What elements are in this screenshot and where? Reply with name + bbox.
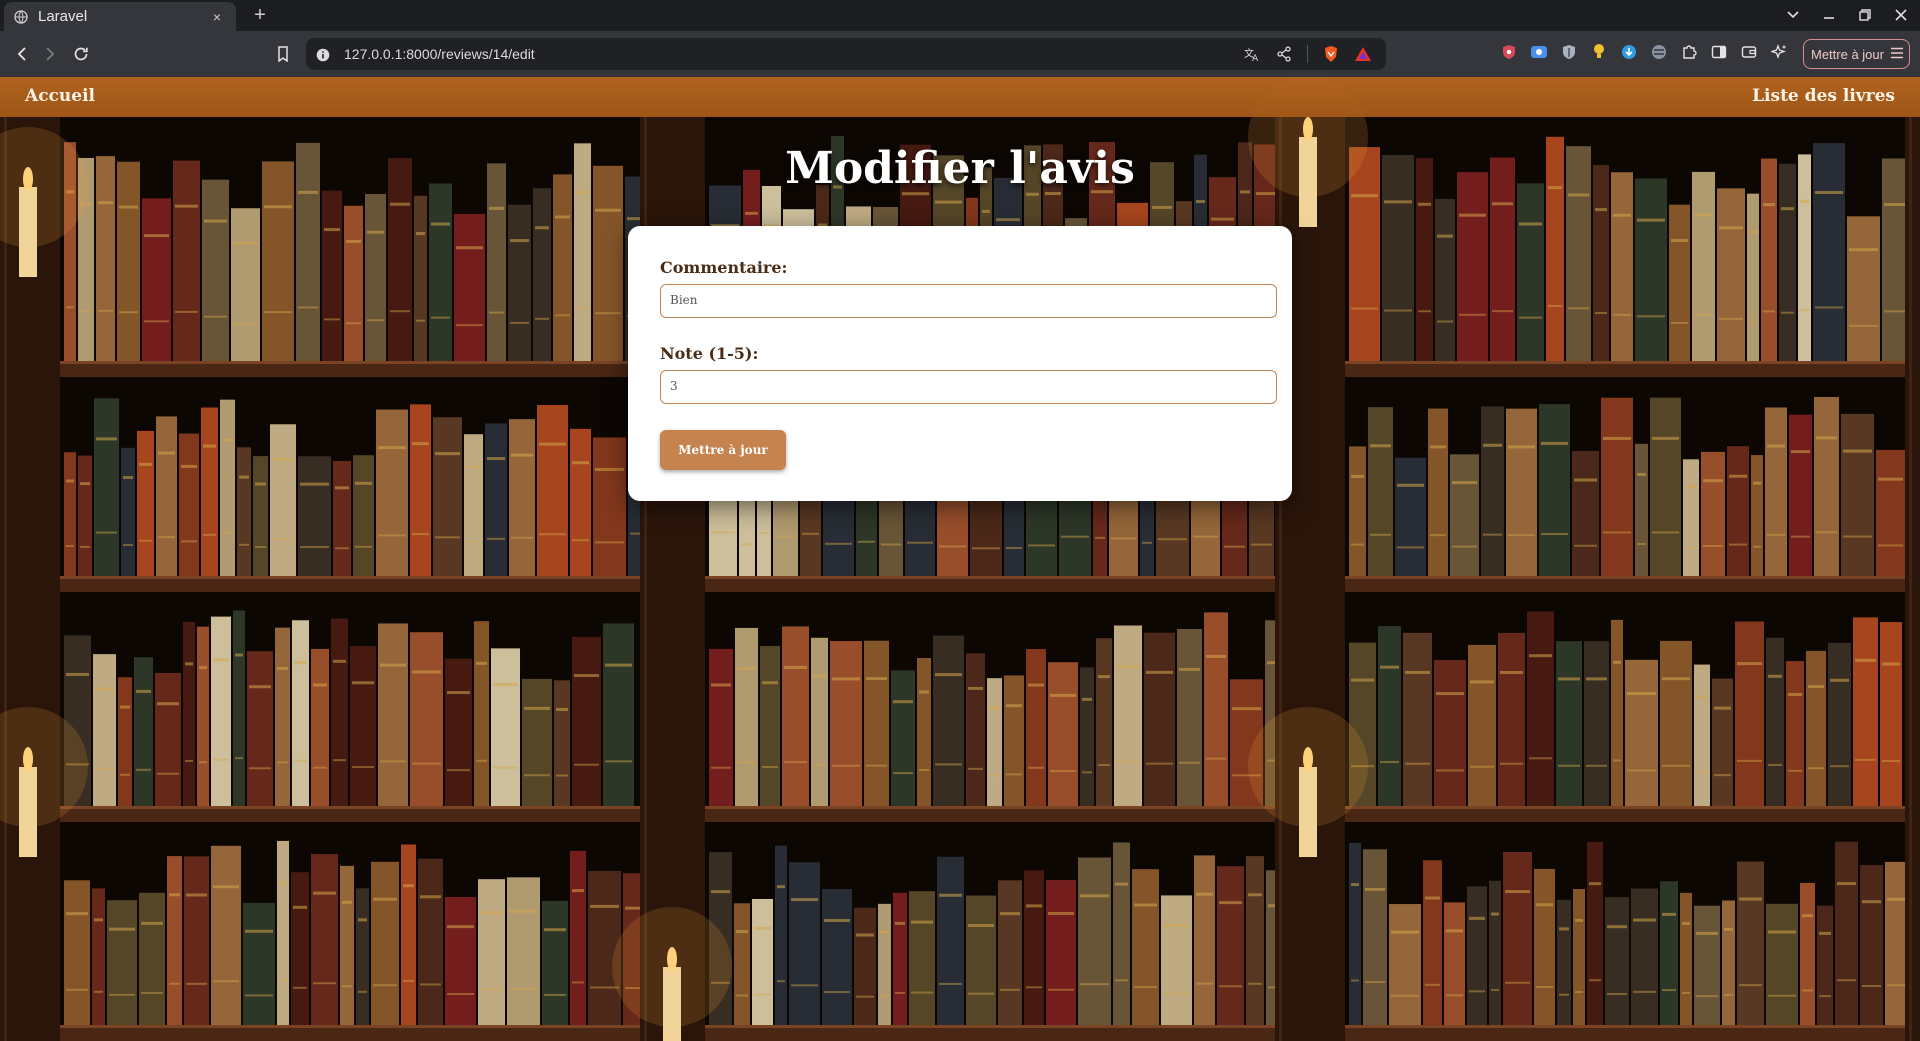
wallet-icon[interactable] (1740, 43, 1758, 61)
browser-update-button[interactable]: Mettre à jour (1803, 39, 1910, 69)
url-text: 127.0.0.1:8000/reviews/14/edit (344, 46, 535, 62)
address-bar[interactable]: 127.0.0.1:8000/reviews/14/edit 文A (306, 38, 1386, 70)
bookshelf-background-image (0, 77, 1920, 1041)
page-viewport: Accueil Liste des livres Modifier l'avis… (0, 77, 1920, 1041)
sidebar-icon[interactable] (1710, 43, 1728, 61)
lightbulb-extension-icon[interactable] (1590, 43, 1608, 61)
svg-text:A: A (1252, 54, 1259, 62)
rating-input[interactable]: 3 (660, 370, 1277, 404)
share-icon[interactable] (1275, 45, 1293, 63)
leo-ai-icon[interactable] (1770, 43, 1788, 61)
back-icon[interactable] (12, 44, 32, 64)
translate-icon[interactable]: 文A (1243, 45, 1261, 63)
close-window-icon[interactable] (1892, 6, 1910, 24)
browser-tab[interactable]: Laravel × (4, 2, 236, 31)
comment-input[interactable]: Bien (660, 284, 1277, 318)
brave-shield-icon[interactable] (1322, 45, 1340, 63)
page-title: Modifier l'avis (785, 143, 1135, 194)
site-info-icon[interactable] (316, 47, 330, 62)
globe-icon (14, 9, 28, 24)
vpn-extension-icon[interactable] (1650, 43, 1668, 61)
bookmark-icon[interactable] (273, 44, 293, 64)
rating-label: Note (1-5): (660, 344, 759, 363)
reload-icon[interactable] (71, 44, 91, 64)
minimize-icon[interactable] (1820, 6, 1838, 24)
tab-search-chevron-icon[interactable] (1784, 6, 1802, 24)
screenshot-extension-icon[interactable] (1530, 43, 1548, 61)
edit-review-form: Commentaire: Bien Note (1-5): 3 Mettre à… (628, 226, 1292, 501)
update-review-button[interactable]: Mettre à jour (660, 430, 786, 470)
brave-rewards-icon[interactable] (1354, 45, 1372, 63)
nav-link-book-list[interactable]: Liste des livres (1752, 86, 1895, 106)
browser-tab-strip: Laravel × + (0, 0, 1920, 31)
privacy-shield-icon[interactable] (1560, 43, 1578, 61)
site-nav-bar (0, 77, 1920, 117)
extensions-puzzle-icon[interactable] (1680, 43, 1698, 61)
close-tab-icon[interactable]: × (208, 9, 226, 25)
tab-title: Laravel (38, 8, 88, 25)
ublock-shield-icon[interactable] (1500, 43, 1518, 61)
menu-icon (1890, 46, 1904, 62)
download-extension-icon[interactable] (1620, 43, 1638, 61)
comment-label: Commentaire: (660, 258, 788, 277)
restore-icon[interactable] (1856, 6, 1874, 24)
divider (1307, 45, 1308, 63)
new-tab-button[interactable]: + (250, 5, 270, 26)
browser-toolbar: 127.0.0.1:8000/reviews/14/edit 文A Mettre… (0, 31, 1920, 77)
nav-link-home[interactable]: Accueil (25, 86, 95, 106)
forward-icon[interactable] (40, 44, 60, 64)
browser-update-label: Mettre à jour (1811, 46, 1884, 62)
